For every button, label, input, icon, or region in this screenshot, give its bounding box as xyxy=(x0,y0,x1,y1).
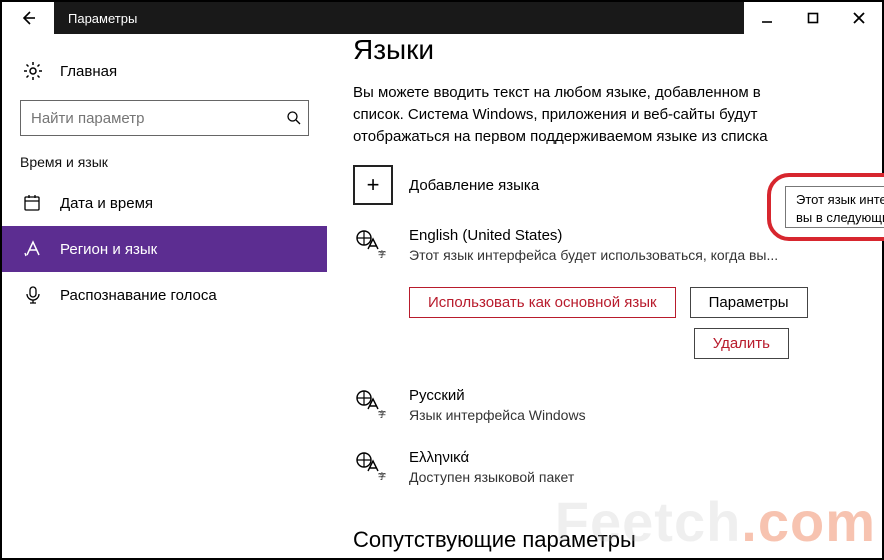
maximize-icon xyxy=(807,12,819,24)
titlebar: Параметры xyxy=(2,2,882,34)
language-item-greek[interactable]: 字 Ελληνικά Доступен языковой пакет xyxy=(353,447,856,487)
minimize-icon xyxy=(761,12,773,24)
language-name: Ελληνικά xyxy=(409,447,856,468)
microphone-icon xyxy=(22,284,44,306)
sidebar-home-label: Главная xyxy=(60,63,117,80)
language-pack-icon: 字 xyxy=(353,225,393,261)
language-pack-icon: 字 xyxy=(353,385,393,421)
close-button[interactable] xyxy=(836,2,882,34)
sidebar-item-label: Распознавание голоса xyxy=(60,287,217,304)
minimize-button[interactable] xyxy=(744,2,790,34)
close-icon xyxy=(853,12,865,24)
back-button[interactable] xyxy=(2,2,54,34)
sidebar-item-speech[interactable]: Распознавание голоса xyxy=(2,272,327,318)
window-title: Параметры xyxy=(54,2,744,34)
options-button[interactable]: Параметры xyxy=(690,287,808,318)
maximize-button[interactable] xyxy=(790,2,836,34)
language-pack-icon: 字 xyxy=(353,447,393,483)
language-subtitle: Этот язык интерфейса будет использоватьс… xyxy=(409,246,829,265)
sidebar-item-label: Дата и время xyxy=(60,195,153,212)
language-subtitle: Язык интерфейса Windows xyxy=(409,406,829,425)
svg-text:字: 字 xyxy=(378,249,386,259)
language-name: Русский xyxy=(409,385,856,406)
plus-icon: + xyxy=(353,165,393,205)
language-a-icon xyxy=(22,238,44,260)
sidebar-home[interactable]: Главная xyxy=(2,48,327,94)
tooltip-annotation: Этот язык интерфейса будет использоватьс… xyxy=(767,173,884,241)
gear-icon xyxy=(22,60,44,82)
sidebar: Главная Время и язык Дата и время Регион… xyxy=(2,34,327,558)
sidebar-item-date-time[interactable]: Дата и время xyxy=(2,180,327,226)
search-input[interactable] xyxy=(21,101,308,135)
svg-text:字: 字 xyxy=(378,409,386,419)
add-language-label: Добавление языка xyxy=(409,177,539,194)
related-settings-heading: Сопутствующие параметры xyxy=(353,527,856,553)
set-default-button[interactable]: Использовать как основной язык xyxy=(409,287,676,318)
content-area: Языки Вы можете вводить текст на любом я… xyxy=(327,34,882,558)
language-item-russian[interactable]: 字 Русский Язык интерфейса Windows xyxy=(353,385,856,425)
calendar-clock-icon xyxy=(22,192,44,214)
svg-text:字: 字 xyxy=(378,471,386,481)
language-subtitle: Доступен языковой пакет xyxy=(409,468,829,487)
tooltip-text: Этот язык интерфейса будет использоватьс… xyxy=(785,186,884,228)
intro-text: Вы можете вводить текст на любом языке, … xyxy=(353,82,783,147)
arrow-left-icon xyxy=(19,9,37,27)
search-box[interactable] xyxy=(20,100,309,136)
remove-button[interactable]: Удалить xyxy=(694,328,789,359)
sidebar-item-region-language[interactable]: Регион и язык xyxy=(2,226,327,272)
sidebar-section-label: Время и язык xyxy=(2,154,327,170)
sidebar-item-label: Регион и язык xyxy=(60,241,157,258)
search-icon xyxy=(286,101,302,135)
page-title: Языки xyxy=(353,34,856,66)
